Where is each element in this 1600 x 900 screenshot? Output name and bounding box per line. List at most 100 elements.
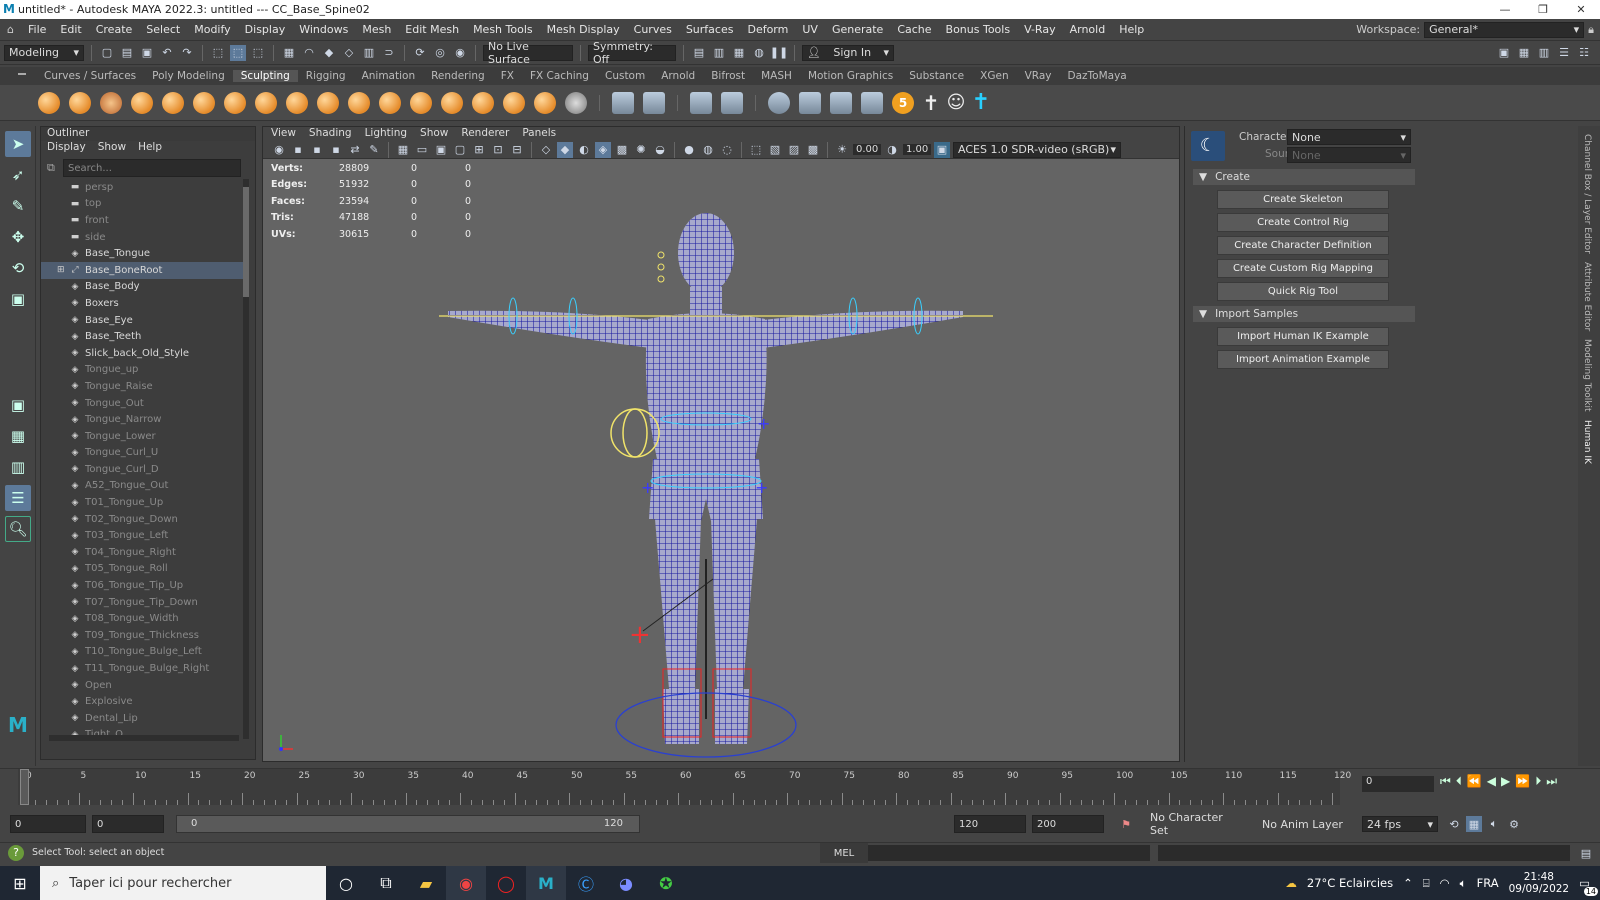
grid-toggle-icon[interactable]: ▦: [395, 142, 411, 158]
preferences-icon[interactable]: ⚙: [1506, 816, 1522, 832]
snap-point-icon[interactable]: ◆: [321, 45, 337, 61]
resolution-gate-icon[interactable]: ▣: [433, 142, 449, 158]
two-pane-layout-icon[interactable]: ▥: [5, 454, 31, 480]
two-d-pan-icon[interactable]: ⇄: [347, 142, 363, 158]
menu-uv[interactable]: UV: [795, 23, 825, 36]
range-slider[interactable]: 0 120: [176, 815, 640, 833]
outliner-row[interactable]: ◈ T06_Tongue_Tip_Up: [41, 577, 245, 594]
select-tool-icon[interactable]: ➤: [5, 131, 31, 157]
outliner-row[interactable]: ▬ top: [41, 196, 245, 213]
gate-mask-icon[interactable]: ▢: [452, 142, 468, 158]
menu-cache[interactable]: Cache: [890, 23, 938, 36]
step-forward-key-icon[interactable]: ⏩: [1515, 774, 1530, 789]
blend-shape-icon[interactable]: [690, 91, 712, 114]
ipr-icon[interactable]: ◉: [452, 45, 468, 61]
playback-end-field[interactable]: 120: [954, 815, 1026, 833]
lock-icon[interactable]: 🔒︎: [1588, 23, 1594, 37]
viewport-panel[interactable]: View Shading Lighting Show Renderer Pane…: [262, 126, 1180, 762]
four-pane-layout-icon[interactable]: ▦: [5, 423, 31, 449]
ambient-occlusion-icon[interactable]: ●: [681, 142, 697, 158]
layout-single-icon[interactable]: ▣: [1496, 45, 1512, 61]
shelf-tab-mash[interactable]: MASH: [753, 70, 800, 82]
snap-surface-icon[interactable]: ▥: [361, 45, 377, 61]
outliner-row[interactable]: ◈ T01_Tongue_Up: [41, 494, 245, 511]
mel-language-button[interactable]: MEL: [820, 843, 868, 863]
layout-channel-icon[interactable]: ☷: [1576, 45, 1592, 61]
expand-icon[interactable]: ⊞: [57, 265, 65, 275]
paint-select-tool-icon[interactable]: ✎: [5, 193, 31, 219]
outliner-row[interactable]: ◈ Base_Tongue: [41, 245, 245, 262]
rotate-tool-icon[interactable]: ⟲: [5, 255, 31, 281]
shelf-tab-substance[interactable]: Substance: [901, 70, 972, 82]
exposure-icon[interactable]: ☀: [834, 142, 850, 158]
step-back-frame-icon[interactable]: ⏴: [1456, 774, 1462, 789]
menu-vray[interactable]: V-Ray: [1017, 23, 1063, 36]
menu-bonus-tools[interactable]: Bonus Tools: [939, 23, 1018, 36]
clock[interactable]: 21:48 09/09/2022: [1509, 871, 1570, 895]
bookmark-icon[interactable]: ▪: [309, 142, 325, 158]
undo-icon[interactable]: ↶: [159, 45, 175, 61]
smear-brush-icon[interactable]: [472, 91, 494, 114]
viewport-menu-shading[interactable]: Shading: [309, 127, 352, 141]
outliner-row[interactable]: ▬ front: [41, 212, 245, 229]
smooth-brush-icon[interactable]: [69, 91, 91, 114]
menu-generate[interactable]: Generate: [825, 23, 890, 36]
outliner-row[interactable]: ◈ T08_Tongue_Width: [41, 610, 245, 627]
bulge-brush-icon[interactable]: [503, 91, 525, 114]
layout-two-icon[interactable]: ▥: [1536, 45, 1552, 61]
menu-set-dropdown[interactable]: Modeling ▾: [4, 44, 84, 61]
tray-chevron-icon[interactable]: ⌃: [1403, 876, 1413, 890]
command-input[interactable]: [868, 845, 1150, 861]
loop-icon[interactable]: ⟲: [1446, 816, 1462, 832]
viewport-menu-renderer[interactable]: Renderer: [461, 127, 509, 141]
gamma-icon[interactable]: ◑: [884, 142, 900, 158]
single-pane-layout-icon[interactable]: ▣: [5, 392, 31, 418]
imprint-brush-icon[interactable]: [317, 91, 339, 114]
outliner-row[interactable]: ◈ Base_Body: [41, 279, 245, 296]
history-icon[interactable]: ⟳: [412, 45, 428, 61]
outliner-row[interactable]: ⊞ ⤢ Base_BoneRoot: [41, 261, 245, 279]
menu-create[interactable]: Create: [89, 23, 140, 36]
outliner-row[interactable]: ◈ Tongue_Curl_U: [41, 445, 245, 462]
face-mask-icon[interactable]: ☺: [947, 92, 966, 113]
time-slider[interactable]: 0 5 10 15 20 25 30 35 40 45 50 55 60 65 70 75 80 85 90 95 10…: [0, 768, 1600, 808]
wifi-icon[interactable]: ◠: [1440, 876, 1450, 890]
menu-curves[interactable]: Curves: [627, 23, 679, 36]
step-back-key-icon[interactable]: ⏪: [1467, 774, 1482, 789]
exposure-field[interactable]: 0.00: [853, 144, 881, 155]
menu-mesh-tools[interactable]: Mesh Tools: [466, 23, 540, 36]
magnet-icon[interactable]: ⊃: [381, 45, 397, 61]
shelf-tab-sculpting[interactable]: Sculpting: [232, 70, 298, 82]
shelf-tab-rendering[interactable]: Rendering: [423, 70, 493, 82]
side-tab-human-ik[interactable]: Human IK: [1582, 420, 1592, 464]
flatten-brush-icon[interactable]: [193, 91, 215, 114]
select-object-icon[interactable]: ⬚: [230, 44, 246, 61]
outliner-row[interactable]: ▬ side: [41, 229, 245, 246]
create-custom-rig-mapping-button[interactable]: Create Custom Rig Mapping: [1217, 259, 1389, 278]
source-dropdown[interactable]: None ▾: [1287, 147, 1411, 163]
shelf-tab-poly-modeling[interactable]: Poly Modeling: [144, 70, 233, 82]
menu-arnold[interactable]: Arnold: [1063, 23, 1113, 36]
outliner-search-input[interactable]: Search...: [63, 159, 241, 177]
eraser-icon[interactable]: [861, 91, 883, 114]
shelf-tab-xgen[interactable]: XGen: [972, 70, 1016, 82]
render-frame-icon[interactable]: ▥: [711, 45, 727, 61]
outliner-row[interactable]: ◈ T11_Tongue_Bulge_Right: [41, 660, 245, 677]
motion-blur-icon[interactable]: ◍: [700, 142, 716, 158]
side-tab-modeling-toolkit[interactable]: Modeling Toolkit: [1582, 339, 1592, 412]
foamy-brush-icon[interactable]: [224, 91, 246, 114]
outliner-row[interactable]: ◈ Dental_Lip: [41, 710, 245, 727]
fps-dropdown[interactable]: 24 fps ▾: [1362, 816, 1438, 832]
color-management-icon[interactable]: ▣: [934, 141, 950, 158]
wax-brush-icon[interactable]: [348, 91, 370, 114]
playback-start-field[interactable]: 0: [92, 815, 164, 833]
outliner-row[interactable]: ◈ T03_Tongue_Left: [41, 527, 245, 544]
time-ruler[interactable]: 0510152025303540455055606570758085909510…: [18, 769, 1351, 805]
shelf-tab-daztomaya[interactable]: DazToMaya: [1060, 70, 1135, 82]
repeat-brush-icon[interactable]: [286, 91, 308, 114]
shelf-tab-fx-caching[interactable]: FX Caching: [522, 70, 597, 82]
create-control-rig-button[interactable]: Create Control Rig: [1217, 213, 1389, 232]
viewport-menu-lighting[interactable]: Lighting: [365, 127, 407, 141]
shelf-tab-custom[interactable]: Custom: [597, 70, 653, 82]
symmetry-dropdown[interactable]: Symmetry: Off: [588, 40, 676, 66]
